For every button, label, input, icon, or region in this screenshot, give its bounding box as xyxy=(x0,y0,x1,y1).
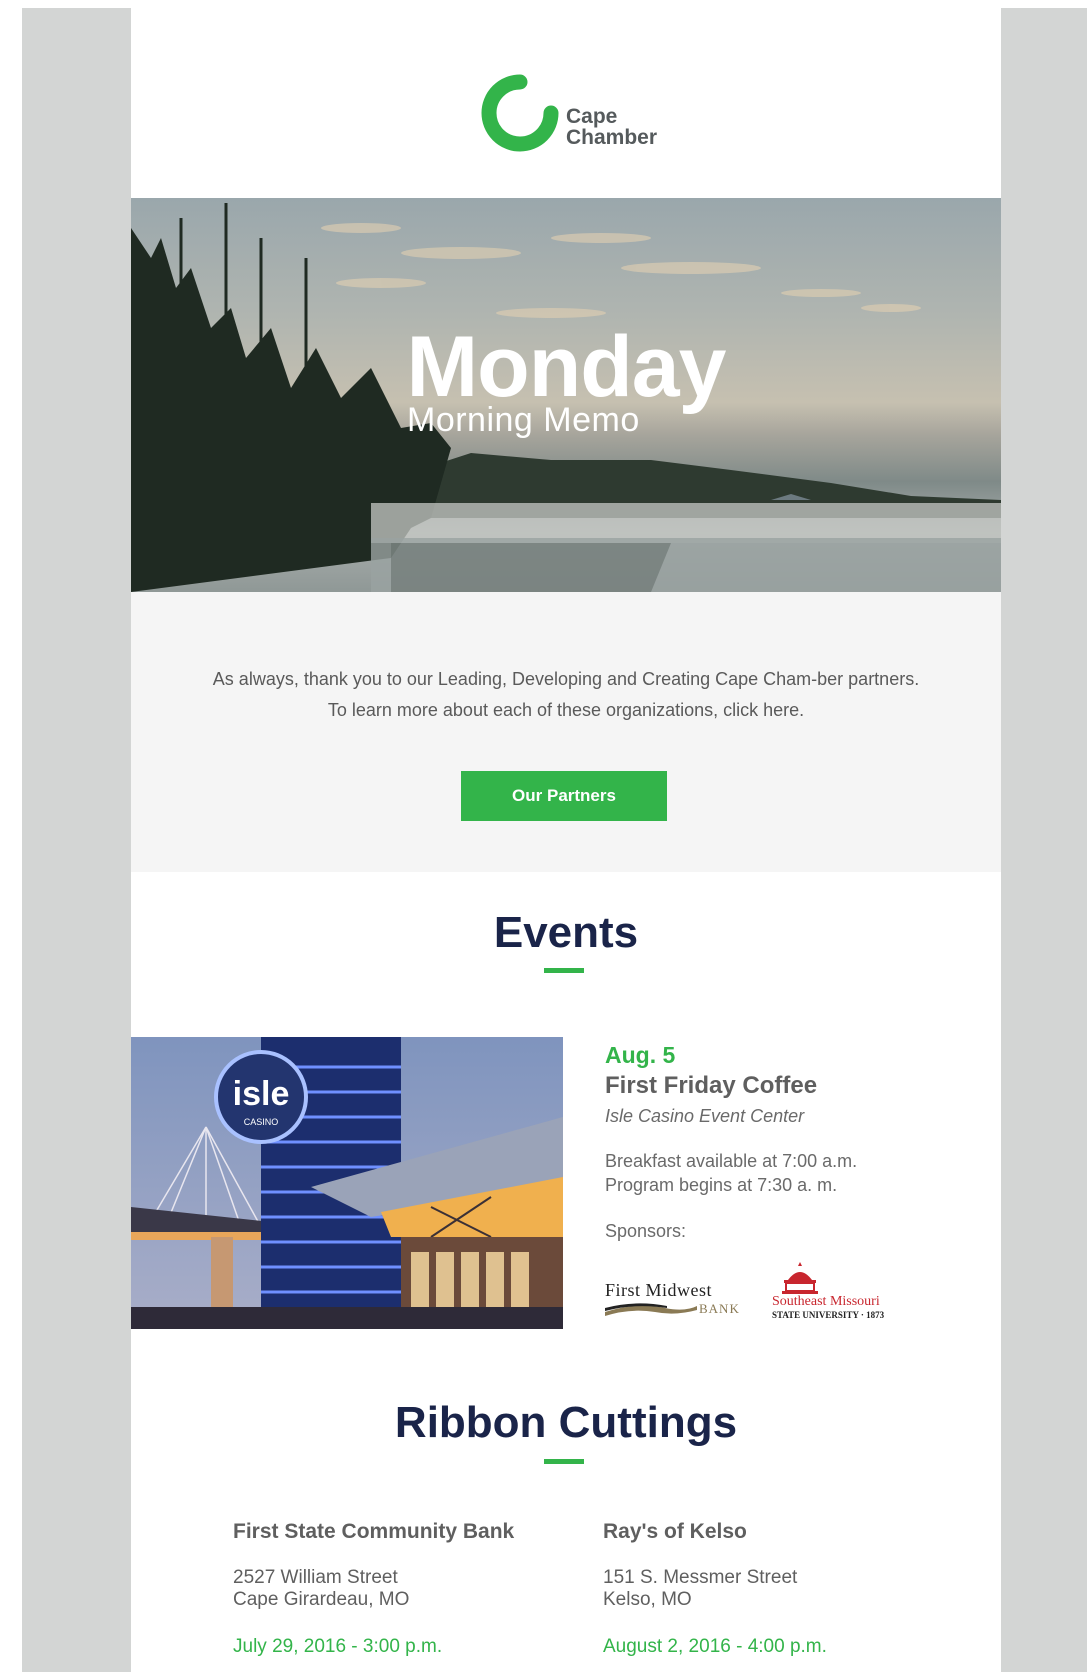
sponsor-2-name: Southeast Missouri xyxy=(772,1294,880,1309)
ribbon-item: Ray's of Kelso 151 S. Messmer Street Kel… xyxy=(603,1520,827,1658)
ribbon-item-address-1: 2527 William Street xyxy=(233,1567,398,1588)
ribbon-cuttings-heading: Ribbon Cuttings xyxy=(394,1398,738,1447)
event-title: First Friday Coffee xyxy=(605,1072,818,1099)
bank-swoosh-icon xyxy=(605,1303,697,1316)
ribbon-item-address-2: Kelso, MO xyxy=(603,1589,692,1610)
sponsor-first-midwest-bank-logo[interactable]: First Midwest BANK xyxy=(605,1280,747,1320)
ribbon-item-name: First State Community Bank xyxy=(233,1520,515,1543)
ribbon-item-address-2: Cape Girardeau, MO xyxy=(233,1589,410,1610)
event-detail-breakfast: Breakfast available at 7:00 a.m. xyxy=(605,1151,858,1171)
logo-line-1: Cape xyxy=(566,105,618,128)
partners-intro-section: As always, thank you to our Leading, Dev… xyxy=(131,592,1001,872)
logo-line-2: Chamber xyxy=(566,126,658,149)
ribbon-item-date: August 2, 2016 - 4:00 p.m. xyxy=(603,1636,827,1657)
partners-intro-text: As always, thank you to our Leading, Dev… xyxy=(212,669,920,720)
logo-ring-icon xyxy=(481,74,559,152)
event-detail-program: Program begins at 7:30 a. m. xyxy=(605,1175,838,1195)
our-partners-button[interactable]: Our Partners xyxy=(461,771,667,821)
hero-subtitle: Morning Memo xyxy=(407,401,640,439)
isle-casino-photo[interactable]: isle CASINO xyxy=(131,1037,563,1329)
event-venue: Isle Casino Event Center xyxy=(605,1106,805,1126)
casino-sign-subtext: CASINO xyxy=(244,1117,279,1127)
casino-sign-text: isle xyxy=(233,1075,290,1113)
ribbon-item-name: Ray's of Kelso xyxy=(603,1520,747,1543)
event-sponsors-label: Sponsors: xyxy=(605,1221,687,1241)
sponsor-1-name: First Midwest xyxy=(605,1280,713,1300)
sponsor-1-sub: BANK xyxy=(699,1301,740,1316)
event-date: Aug. 5 xyxy=(605,1042,676,1068)
cape-chamber-logo[interactable]: Cape Chamber xyxy=(475,68,675,158)
events-heading: Events xyxy=(493,908,639,957)
email-body: Cape Chamber Monday Morning Memo As alwa… xyxy=(131,8,1001,1672)
sponsor-2-sub: STATE UNIVERSITY · 1873 xyxy=(772,1310,885,1320)
university-dome-icon xyxy=(782,1262,818,1294)
casino-building-image: isle CASINO xyxy=(131,1037,563,1329)
ribbon-cuttings-heading-rule xyxy=(544,1459,584,1464)
logo-text: Cape Chamber xyxy=(566,106,657,148)
ribbon-item-address-1: 151 S. Messmer Street xyxy=(603,1567,798,1588)
events-heading-rule xyxy=(544,968,584,973)
ribbon-item-date: July 29, 2016 - 3:00 p.m. xyxy=(233,1636,443,1657)
sponsor-southeast-missouri-logo[interactable]: Southeast Missouri STATE UNIVERSITY · 18… xyxy=(772,1262,922,1322)
ribbon-item: First State Community Bank 2527 William … xyxy=(233,1520,514,1658)
hero-banner: Monday Morning Memo xyxy=(131,198,1001,592)
